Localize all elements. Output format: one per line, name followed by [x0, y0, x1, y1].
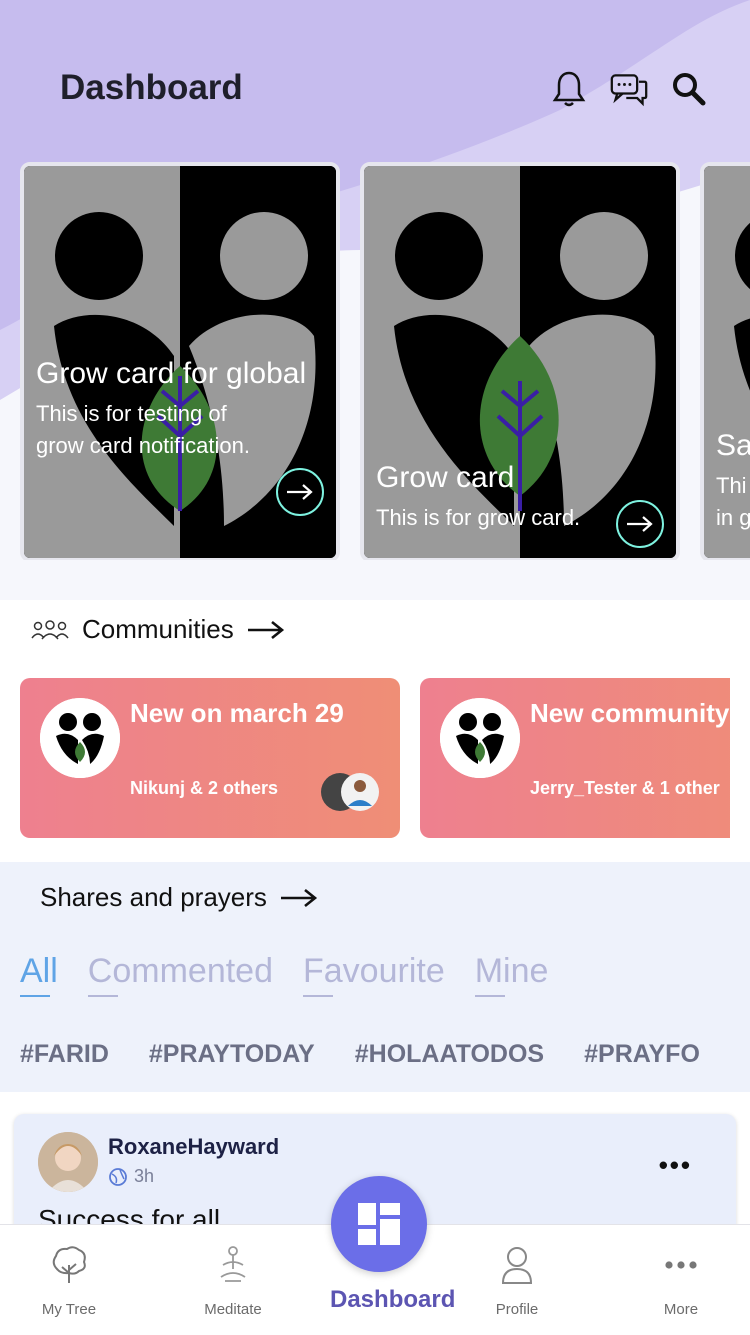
community-card[interactable]: New community Jerry_Tester & 1 other	[420, 678, 730, 838]
more-options-icon[interactable]: •••	[659, 1150, 692, 1181]
community-logo	[440, 698, 520, 778]
grow-cards-carousel[interactable]: Grow card for global This is for testing…	[20, 162, 750, 560]
grow-card-title: Grow card	[376, 461, 515, 494]
community-name: New on march 29	[130, 698, 344, 728]
tab-more[interactable]: More	[626, 1243, 736, 1318]
community-name: New community	[530, 698, 730, 728]
tab-my-tree[interactable]: My Tree	[14, 1243, 124, 1318]
tab-dashboard[interactable]: Dashboard	[330, 1176, 456, 1314]
grow-card-text: Grow card for global This is for testing…	[36, 354, 324, 462]
community-logo	[40, 698, 120, 778]
arrow-right-icon[interactable]	[246, 618, 286, 642]
dashboard-button[interactable]	[331, 1176, 427, 1272]
arrow-right-icon[interactable]	[616, 500, 664, 548]
hashtag[interactable]: #PRAYFO	[584, 1040, 700, 1069]
grow-card[interactable]: Grow card for global This is for testing…	[20, 162, 340, 560]
tree-icon	[14, 1243, 124, 1287]
tab-label: Meditate	[204, 1301, 262, 1318]
post-time: 3h	[134, 1166, 155, 1186]
people-group-icon	[31, 619, 69, 639]
tab-label: Profile	[495, 1301, 539, 1318]
header-actions	[550, 68, 708, 110]
arrow-right-icon[interactable]	[279, 886, 319, 910]
community-card[interactable]: New on march 29 Nikunj & 2 others	[20, 678, 400, 838]
tab-favourite[interactable]: Favourite	[303, 952, 445, 997]
globe-icon	[109, 1167, 127, 1186]
page-title: Dashboard	[60, 68, 243, 107]
communities-carousel[interactable]: New on march 29 Nikunj & 2 others New co…	[20, 678, 730, 838]
communities-header[interactable]: Communities	[30, 614, 286, 645]
search-icon[interactable]	[670, 68, 708, 110]
grow-card-subtitle: This is for testing of grow card notific…	[36, 401, 250, 458]
shares-header[interactable]: Shares and prayers	[40, 882, 319, 913]
tab-all[interactable]: All	[20, 952, 58, 997]
meditation-icon	[178, 1243, 288, 1287]
grow-card-text: Sa Thi in g	[716, 426, 750, 534]
filter-tabs: All Commented Favourite Mine	[20, 952, 548, 997]
user-icon	[462, 1243, 572, 1287]
tab-mine[interactable]: Mine	[474, 952, 548, 997]
hashtag[interactable]: #HOLAATODOS	[355, 1040, 544, 1069]
post-author[interactable]: RoxaneHayward	[108, 1134, 279, 1160]
hashtag[interactable]: #PRAYTODAY	[149, 1040, 315, 1069]
tab-label: Dashboard	[330, 1286, 456, 1313]
shares-label: Shares and prayers	[40, 882, 267, 912]
avatar[interactable]	[38, 1132, 98, 1192]
arrow-right-icon[interactable]	[276, 468, 324, 516]
grow-card[interactable]: Sa Thi in g	[700, 162, 750, 560]
member-avatars	[320, 772, 380, 812]
shares-section: Shares and prayers All Commented Favouri…	[0, 862, 750, 1092]
grow-card-subtitle: Thi in g	[716, 473, 750, 530]
tab-label: More	[663, 1301, 699, 1318]
chat-icon[interactable]	[610, 68, 648, 110]
community-members: Nikunj & 2 others	[130, 778, 279, 798]
bell-icon[interactable]	[550, 68, 588, 110]
tab-meditate[interactable]: Meditate	[178, 1243, 288, 1318]
post-meta: 3h	[108, 1166, 154, 1187]
communities-label: Communities	[82, 614, 234, 644]
grow-card-title: Sa	[716, 429, 750, 462]
tab-commented[interactable]: Commented	[87, 952, 273, 997]
hashtag-list: #FARID #PRAYTODAY #HOLAATODOS #PRAYFO	[20, 1040, 700, 1069]
hashtag[interactable]: #FARID	[20, 1040, 109, 1069]
tab-profile[interactable]: Profile	[462, 1243, 572, 1318]
grow-card-title: Grow card for global	[36, 357, 307, 390]
grow-card[interactable]: Grow card This is for grow card.	[360, 162, 680, 560]
dashboard-grid-icon	[358, 1203, 400, 1245]
more-icon	[626, 1243, 736, 1287]
tab-label: My Tree	[41, 1301, 97, 1318]
community-members: Jerry_Tester & 1 other	[530, 778, 720, 798]
